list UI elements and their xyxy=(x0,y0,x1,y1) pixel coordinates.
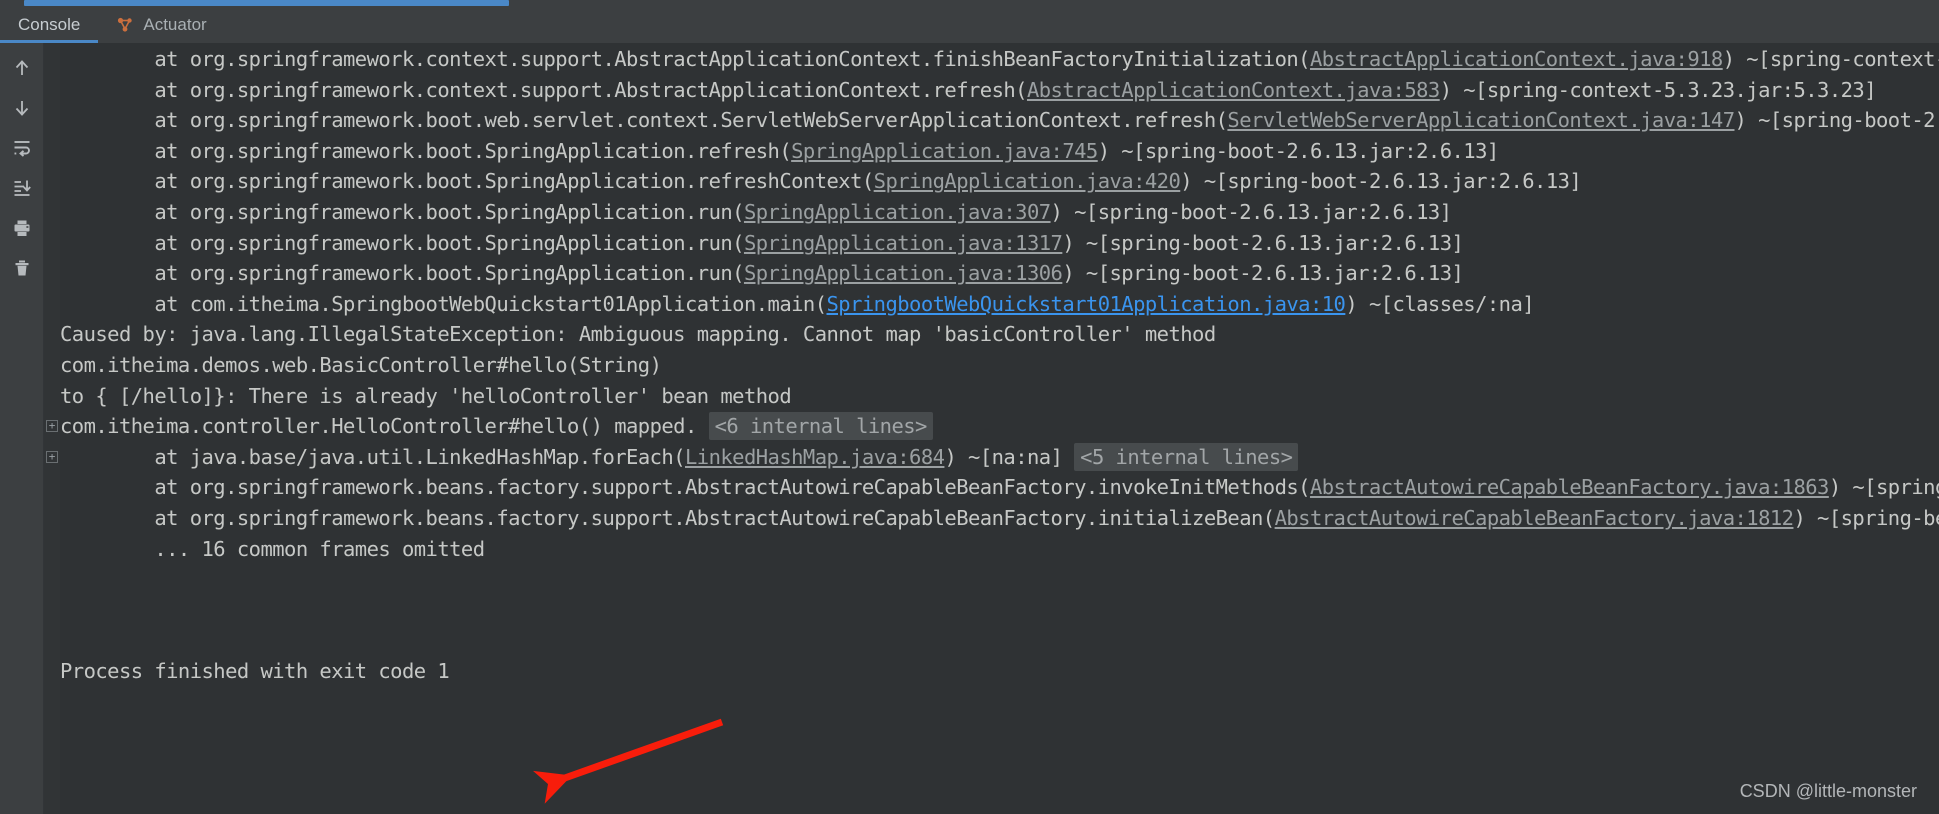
console-line: at org.springframework.boot.SpringApplic… xyxy=(60,230,1464,255)
scroll-down-button[interactable] xyxy=(7,93,37,123)
console-workspace: + + at org.springframework.context.suppor… xyxy=(0,43,1939,814)
actuator-icon xyxy=(116,16,134,34)
console-line: com.itheima.controller.HelloController#h… xyxy=(60,411,1939,442)
clear-all-button[interactable] xyxy=(7,253,37,283)
stacktrace-link[interactable]: AbstractAutowireCapableBeanFactory.java:… xyxy=(1310,475,1829,499)
stacktrace-link[interactable]: SpringApplication.java:307 xyxy=(744,200,1051,224)
stacktrace-link[interactable]: ServletWebServerApplicationContext.java:… xyxy=(1227,108,1735,132)
progress-bar-track xyxy=(0,0,1939,7)
stacktrace-link[interactable]: SpringApplication.java:1306 xyxy=(744,261,1063,285)
stacktrace-user-link[interactable]: SpringbootWebQuickstart01Application.jav… xyxy=(827,292,1346,316)
progress-bar-fill xyxy=(24,0,509,6)
scroll-to-end-button[interactable] xyxy=(7,173,37,203)
fold-expand-marker[interactable]: + xyxy=(46,450,58,463)
stacktrace-link[interactable]: AbstractAutowireCapableBeanFactory.java:… xyxy=(1275,506,1794,530)
tab-console[interactable]: Console xyxy=(0,7,99,43)
console-line: com.itheima.demos.web.BasicController#he… xyxy=(60,352,662,377)
stacktrace-link[interactable]: AbstractApplicationContext.java:583 xyxy=(1027,78,1440,102)
console-line: at org.springframework.boot.SpringApplic… xyxy=(60,261,1464,286)
console-line: at com.itheima.SpringbootWebQuickstart01… xyxy=(60,291,1535,316)
console-toolbar-rail xyxy=(0,43,44,814)
console-line: at org.springframework.beans.factory.sup… xyxy=(60,475,1939,500)
print-button[interactable] xyxy=(7,213,37,243)
console-line: at org.springframework.context.support.A… xyxy=(60,77,1877,102)
stacktrace-link[interactable]: SpringApplication.java:1317 xyxy=(744,231,1063,255)
soft-wrap-button[interactable] xyxy=(7,133,37,163)
internal-lines-chip[interactable]: <5 internal lines> xyxy=(1074,442,1299,471)
console-line: Process finished with exit code 1 xyxy=(60,658,450,683)
tab-actuator[interactable]: Actuator xyxy=(98,7,224,43)
stacktrace-link[interactable]: SpringApplication.java:420 xyxy=(874,169,1181,193)
console-line: to { [/hello]}: There is already 'helloC… xyxy=(60,383,792,408)
tool-window-tabbar: Console Actuator xyxy=(0,7,1939,43)
console-line: at java.base/java.util.LinkedHashMap.for… xyxy=(60,442,1939,473)
csdn-watermark: CSDN @little-monster xyxy=(1739,781,1917,801)
console-line: at org.springframework.context.support.A… xyxy=(60,47,1939,71)
console-gutter: + + xyxy=(44,43,60,814)
console-line: at org.springframework.boot.web.servlet.… xyxy=(60,108,1939,133)
internal-lines-chip[interactable]: <6 internal lines> xyxy=(708,412,933,441)
console-line: at org.springframework.beans.factory.sup… xyxy=(60,505,1939,530)
tab-console-label: Console xyxy=(18,15,81,34)
console-line: at org.springframework.boot.SpringApplic… xyxy=(60,199,1452,224)
console-line: Caused by: java.lang.IllegalStateExcepti… xyxy=(60,322,1216,347)
console-output[interactable]: at org.springframework.context.support.A… xyxy=(60,43,1939,814)
console-line: at org.springframework.boot.SpringApplic… xyxy=(60,138,1499,163)
fold-expand-marker[interactable]: + xyxy=(46,420,58,433)
console-line: at org.springframework.boot.SpringApplic… xyxy=(60,169,1582,194)
stacktrace-link[interactable]: LinkedHashMap.java:684 xyxy=(685,445,945,469)
tab-actuator-label: Actuator xyxy=(143,15,207,34)
scroll-up-button[interactable] xyxy=(7,53,37,83)
console-line: ... 16 common frames omitted xyxy=(60,536,485,561)
stacktrace-link[interactable]: AbstractApplicationContext.java:918 xyxy=(1310,47,1723,71)
stacktrace-link[interactable]: SpringApplication.java:745 xyxy=(791,139,1098,163)
